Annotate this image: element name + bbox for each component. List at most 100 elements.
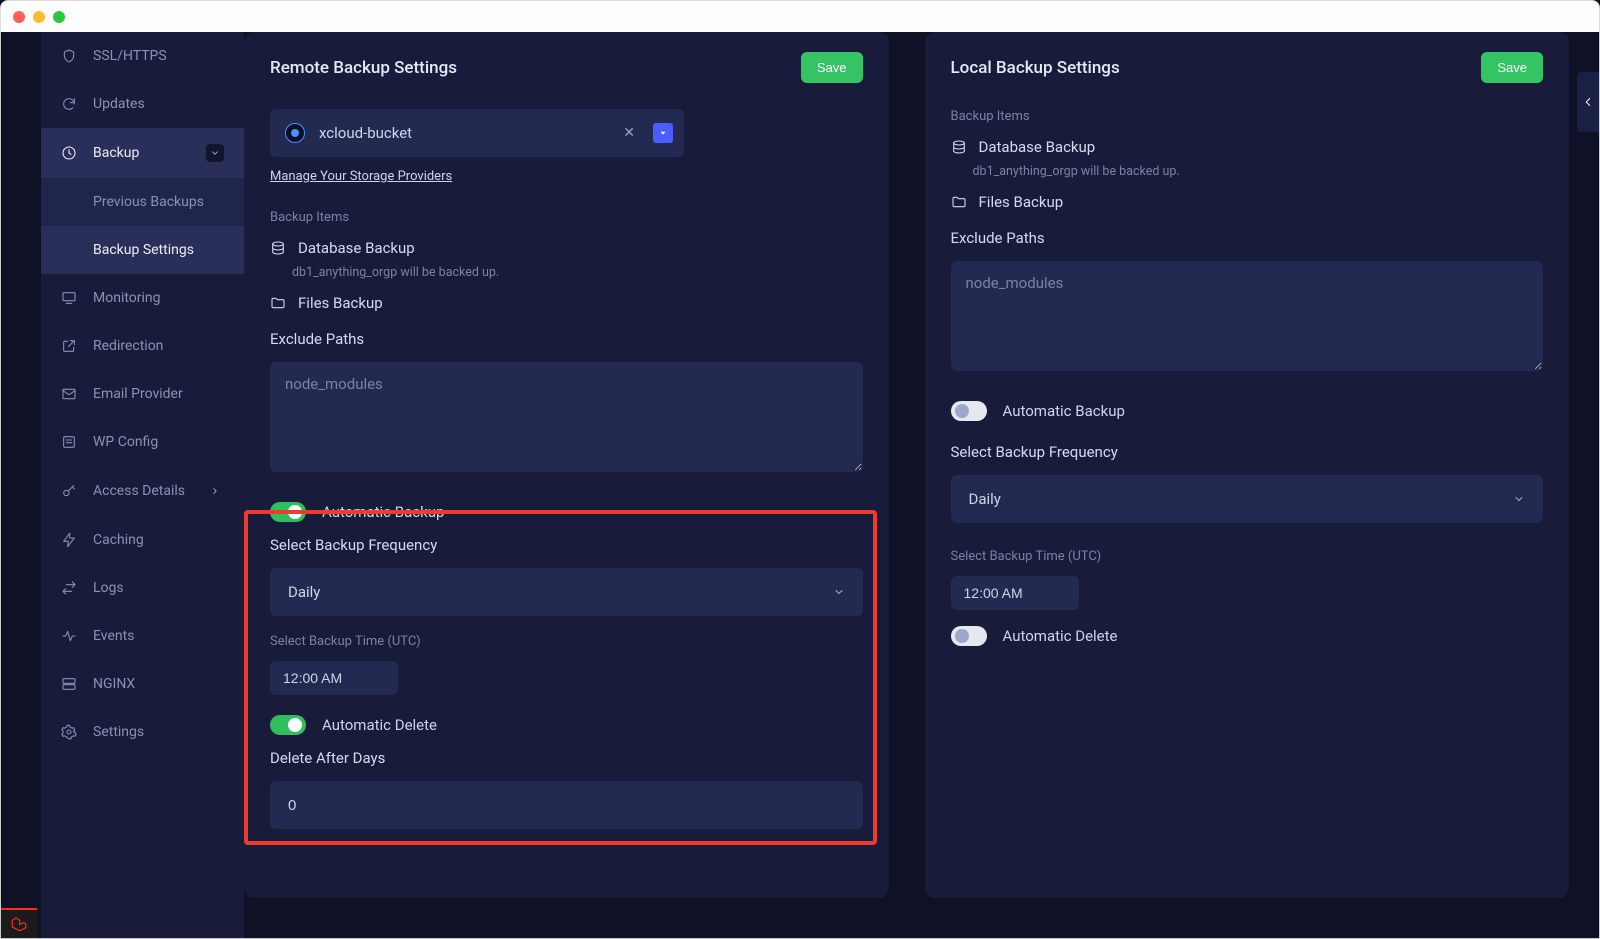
local-auto-delete-toggle[interactable] bbox=[951, 626, 987, 646]
clear-provider-button[interactable]: ✕ bbox=[619, 121, 639, 145]
local-auto-backup-toggle[interactable] bbox=[951, 401, 987, 421]
sidebar-collapse-toggle[interactable] bbox=[206, 144, 224, 162]
folder-icon bbox=[951, 194, 967, 210]
local-save-button[interactable]: Save bbox=[1481, 52, 1543, 83]
sidebar-label: WP Config bbox=[93, 434, 158, 450]
sidebar-item-wp-config[interactable]: WP Config bbox=[41, 418, 244, 466]
server-icon bbox=[61, 676, 77, 692]
database-backup-row: Database Backup bbox=[951, 138, 1544, 156]
sidebar-label: Logs bbox=[93, 580, 124, 596]
exclude-paths-label: Exclude Paths bbox=[270, 330, 863, 348]
external-link-icon bbox=[61, 338, 77, 354]
database-backup-label: Database Backup bbox=[979, 138, 1096, 156]
backup-icon bbox=[61, 145, 77, 161]
bolt-icon bbox=[61, 532, 77, 548]
remote-frequency-select[interactable]: Daily bbox=[270, 568, 863, 616]
remote-card-title: Remote Backup Settings bbox=[270, 58, 457, 78]
remote-time-label: Select Backup Time (UTC) bbox=[270, 634, 863, 649]
shield-icon bbox=[61, 48, 77, 64]
chevron-down-icon bbox=[1513, 493, 1525, 505]
backup-items-label: Backup Items bbox=[270, 210, 863, 225]
key-icon bbox=[61, 483, 77, 499]
database-backup-note: db1_anything_orgp will be backed up. bbox=[973, 164, 1544, 179]
sidebar-label: Redirection bbox=[93, 338, 163, 354]
window-chrome bbox=[0, 0, 1600, 32]
remote-delete-after-label: Delete After Days bbox=[270, 749, 863, 767]
collapse-panel-button[interactable] bbox=[1577, 72, 1599, 132]
sidebar-expand-toggle[interactable] bbox=[206, 482, 224, 500]
laravel-badge[interactable] bbox=[1, 908, 37, 938]
activity-icon bbox=[61, 628, 77, 644]
remote-auto-delete-label: Automatic Delete bbox=[322, 716, 437, 734]
swap-icon bbox=[61, 580, 77, 596]
remote-save-button[interactable]: Save bbox=[801, 52, 863, 83]
local-exclude-paths-input[interactable] bbox=[951, 261, 1544, 371]
sidebar-item-events[interactable]: Events bbox=[41, 612, 244, 660]
local-frequency-value: Daily bbox=[969, 490, 1001, 508]
local-auto-delete-label: Automatic Delete bbox=[1003, 627, 1118, 645]
storage-provider-select[interactable]: xcloud-bucket ✕ bbox=[270, 109, 684, 157]
app-viewport: SSL/HTTPS Updates Backup Previous Backup… bbox=[0, 32, 1600, 939]
local-card-title: Local Backup Settings bbox=[951, 58, 1120, 78]
sidebar-label: Updates bbox=[93, 96, 145, 112]
local-time-input[interactable] bbox=[951, 576, 1079, 610]
database-icon bbox=[951, 139, 967, 155]
provider-name: xcloud-bucket bbox=[319, 124, 605, 142]
sidebar-label: Email Provider bbox=[93, 386, 183, 402]
manage-storage-link[interactable]: Manage Your Storage Providers bbox=[270, 169, 452, 184]
gear-icon bbox=[61, 724, 77, 740]
monitor-icon bbox=[61, 290, 77, 306]
sidebar-label: Access Details bbox=[93, 483, 185, 499]
sidebar-item-backup[interactable]: Backup bbox=[41, 128, 244, 178]
sidebar-sub-previous-backups[interactable]: Previous Backups bbox=[41, 178, 244, 226]
exclude-paths-label: Exclude Paths bbox=[951, 229, 1544, 247]
sidebar-item-settings[interactable]: Settings bbox=[41, 708, 244, 756]
remote-auto-backup-toggle[interactable] bbox=[270, 502, 306, 522]
sidebar-item-updates[interactable]: Updates bbox=[41, 80, 244, 128]
laravel-icon bbox=[10, 915, 28, 933]
remote-frequency-label: Select Backup Frequency bbox=[270, 536, 863, 554]
config-icon bbox=[61, 434, 77, 450]
database-backup-note: db1_anything_orgp will be backed up. bbox=[292, 265, 863, 280]
remote-auto-backup-label: Automatic Backup bbox=[322, 503, 444, 521]
sidebar-item-nginx[interactable]: NGINX bbox=[41, 660, 244, 708]
local-frequency-select[interactable]: Daily bbox=[951, 475, 1544, 523]
provider-logo-icon bbox=[285, 123, 305, 143]
sidebar-item-ssl[interactable]: SSL/HTTPS bbox=[41, 32, 244, 80]
sidebar-item-monitoring[interactable]: Monitoring bbox=[41, 274, 244, 322]
chevron-down-icon bbox=[833, 586, 845, 598]
local-backup-card: Local Backup Settings Save Backup Items … bbox=[925, 32, 1570, 898]
database-backup-row: Database Backup bbox=[270, 239, 863, 257]
files-backup-label: Files Backup bbox=[298, 294, 383, 312]
remote-backup-card: Remote Backup Settings Save xcloud-bucke… bbox=[244, 32, 889, 898]
folder-icon bbox=[270, 295, 286, 311]
sidebar-item-email-provider[interactable]: Email Provider bbox=[41, 370, 244, 418]
remote-delete-after-input[interactable] bbox=[270, 781, 863, 829]
local-auto-backup-label: Automatic Backup bbox=[1003, 402, 1125, 420]
sidebar-label: Monitoring bbox=[93, 290, 161, 306]
sidebar: SSL/HTTPS Updates Backup Previous Backup… bbox=[41, 32, 244, 938]
main-content: Remote Backup Settings Save xcloud-bucke… bbox=[244, 32, 1569, 938]
files-backup-row: Files Backup bbox=[951, 193, 1544, 211]
sidebar-item-redirection[interactable]: Redirection bbox=[41, 322, 244, 370]
provider-dropdown-button[interactable] bbox=[653, 123, 673, 143]
window-close-dot[interactable] bbox=[13, 11, 25, 23]
mail-icon bbox=[61, 386, 77, 402]
chevron-right-icon bbox=[210, 486, 220, 496]
sidebar-sub-backup-settings[interactable]: Backup Settings bbox=[41, 226, 244, 274]
sidebar-item-logs[interactable]: Logs bbox=[41, 564, 244, 612]
remote-auto-delete-toggle[interactable] bbox=[270, 715, 306, 735]
remote-time-input[interactable] bbox=[270, 661, 398, 695]
sidebar-item-access-details[interactable]: Access Details bbox=[41, 466, 244, 516]
sidebar-label: NGINX bbox=[93, 676, 135, 692]
sidebar-item-caching[interactable]: Caching bbox=[41, 516, 244, 564]
window-max-dot[interactable] bbox=[53, 11, 65, 23]
database-backup-label: Database Backup bbox=[298, 239, 415, 257]
sidebar-label: Caching bbox=[93, 532, 144, 548]
backup-items-label: Backup Items bbox=[951, 109, 1544, 124]
refresh-icon bbox=[61, 96, 77, 112]
remote-exclude-paths-input[interactable] bbox=[270, 362, 863, 472]
sidebar-label: SSL/HTTPS bbox=[93, 48, 167, 64]
sidebar-label: Backup bbox=[93, 145, 139, 161]
window-min-dot[interactable] bbox=[33, 11, 45, 23]
